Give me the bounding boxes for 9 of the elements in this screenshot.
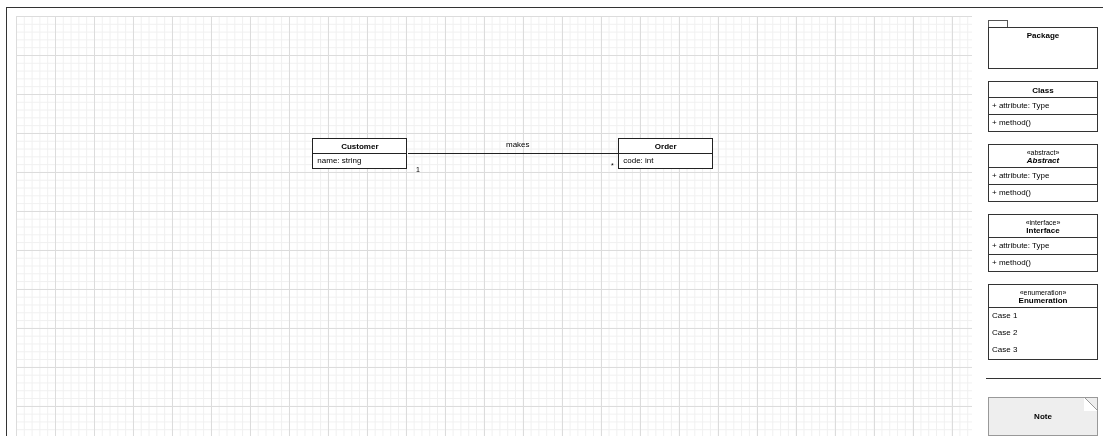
note-shape[interactable]: Note [988,397,1098,436]
class-shape[interactable]: Class + attribute: Type + method() [988,81,1098,132]
class-name: Order [619,138,713,154]
class-attribute: code: int [622,154,655,167]
class-box[interactable]: Order code: int [618,137,714,169]
class-attribute: name: string [316,154,363,167]
class-box[interactable]: Customer name: string [312,137,408,169]
class-name: Customer [313,138,407,154]
association-label: makes [506,139,530,149]
